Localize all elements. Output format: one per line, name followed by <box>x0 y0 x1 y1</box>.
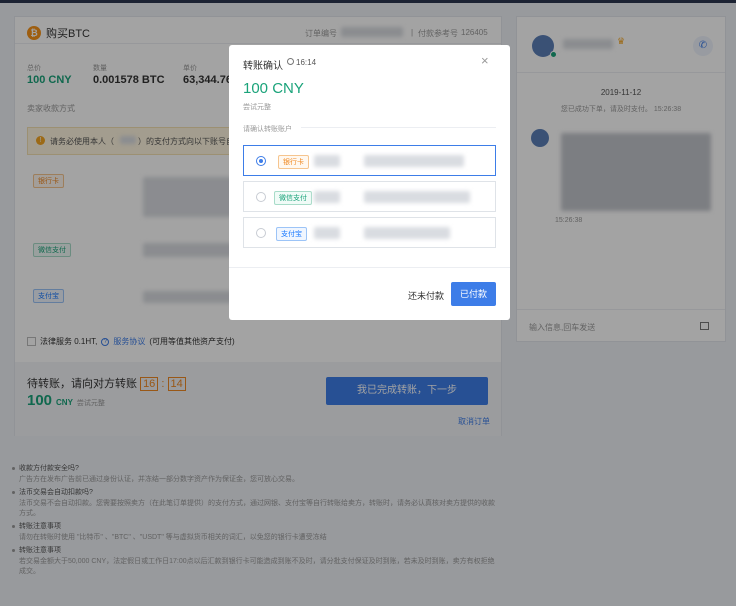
modal-amount-hint: 尝试元整 <box>243 104 271 111</box>
modal-title: 转账确认 <box>243 61 283 72</box>
modal-time: 16:14 <box>296 58 317 67</box>
payment-option-wechat[interactable]: 微信支付 <box>243 181 496 212</box>
payment-option-bank[interactable]: 银行卡 <box>243 145 496 176</box>
modal-amount: 100 CNY <box>243 80 304 97</box>
tag-wechat: 微信支付 <box>274 191 312 205</box>
radio-bank[interactable] <box>256 156 266 166</box>
clock-icon <box>287 58 294 65</box>
tag-bank: 银行卡 <box>278 155 309 169</box>
transfer-confirm-modal: 转账确认 16:14 × 100 CNY 尝试元整 请确认转账账户 银行卡 微信… <box>229 45 510 320</box>
confirm-account-label: 请确认转账账户 <box>243 126 292 133</box>
paid-button[interactable]: 已付款 <box>451 282 496 306</box>
radio-alipay[interactable] <box>256 228 266 238</box>
tag-alipay: 支付宝 <box>276 227 307 241</box>
radio-wechat[interactable] <box>256 192 266 202</box>
close-icon[interactable]: × <box>481 54 489 67</box>
payment-option-alipay[interactable]: 支付宝 <box>243 217 496 248</box>
unpaid-button[interactable]: 还未付款 <box>408 289 444 302</box>
